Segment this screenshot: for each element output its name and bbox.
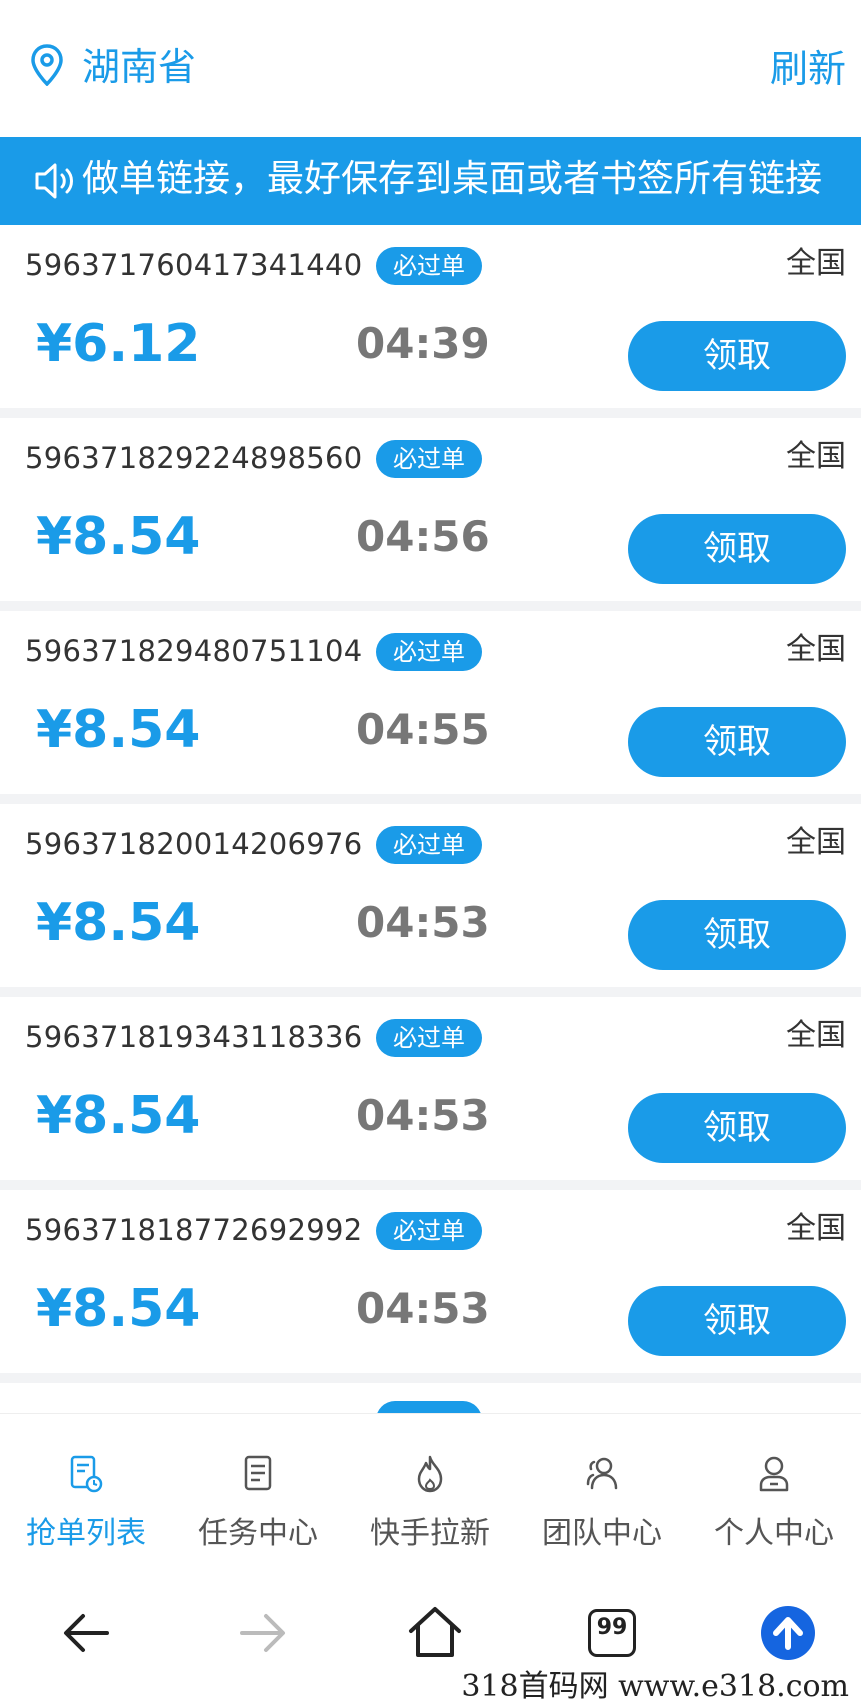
order-id: 596371760417341440 [25,248,363,282]
order-region: 全国 [786,825,846,860]
tab-kuaishou[interactable]: 快手拉新 [344,1414,516,1574]
order-price: ¥8.54 [36,893,201,953]
order-list-icon [70,1455,103,1493]
order-region: 全国 [786,439,846,474]
order-list[interactable]: 596371760417341440 必过单 全国 ¥6.12 04:39 领取… [0,225,861,1413]
order-region: 全国 [786,632,846,667]
order-price: ¥8.54 [36,700,201,760]
tabs-count: 99 [596,1615,628,1640]
order-price: ¥8.54 [36,507,201,567]
refresh-button[interactable]: 刷新 [770,50,846,88]
order-price: ¥8.54 [36,1279,201,1339]
claim-button[interactable]: 领取 [628,1093,846,1163]
tab-label: 个人中心 [714,1516,834,1551]
speaker-icon [35,163,73,199]
order-card: 596371818772692992 必过单 全国 ¥8.54 04:53 领取 [0,1190,861,1373]
location-pin-icon [31,44,63,86]
order-countdown: 04:39 [356,319,490,368]
document-icon [244,1455,272,1491]
tab-order-list[interactable]: 抢单列表 [0,1414,172,1574]
order-countdown: 04:53 [356,1284,490,1333]
status-badge: 必过单 [376,247,482,285]
order-countdown: 04:53 [356,898,490,947]
order-card: 596371820014206976 必过单 全国 ¥8.54 04:53 领取 [0,804,861,987]
order-countdown: 04:53 [356,1091,490,1140]
tab-label: 团队中心 [542,1516,662,1551]
status-badge: 必过单 [376,440,482,478]
tab-label: 任务中心 [198,1516,318,1551]
order-card: 596371819343118336 必过单 全国 ¥8.54 04:53 领取 [0,997,861,1180]
order-countdown: 04:56 [356,512,490,561]
tabs-count-button[interactable]: 99 [582,1603,642,1663]
status-badge: 必过单 [376,1212,482,1250]
upload-icon[interactable] [758,1603,818,1663]
status-badge: 必过单 [376,1019,482,1057]
browser-nav-bar: 99 318首码网 www.e318.com [0,1573,861,1708]
claim-button[interactable]: 领取 [628,900,846,970]
tab-label: 快手拉新 [370,1516,490,1551]
tab-profile[interactable]: 个人中心 [688,1414,860,1574]
forward-arrow-icon[interactable] [232,1603,292,1663]
user-icon [759,1456,789,1492]
order-region: 全国 [786,1018,846,1053]
status-badge: 必过单 [376,633,482,671]
order-card: 596371829224898560 必过单 全国 ¥8.54 04:56 领取 [0,418,861,601]
status-badge-partial [376,1401,482,1413]
order-price: ¥6.12 [36,314,201,374]
order-card-partial [0,1383,861,1413]
tab-team-center[interactable]: 团队中心 [516,1414,688,1574]
notice-bar: 做单链接，最好保存到桌面或者书签所有链接 [0,137,861,225]
status-badge: 必过单 [376,826,482,864]
bottom-tab-bar: 抢单列表 任务中心 快手拉新 团队中心 个人中心 [0,1413,861,1573]
flame-icon [417,1455,443,1493]
home-icon[interactable] [405,1603,465,1663]
tab-label: 抢单列表 [26,1516,146,1551]
tab-task-center[interactable]: 任务中心 [172,1414,344,1574]
order-region: 全国 [786,246,846,281]
order-region: 全国 [786,1211,846,1246]
order-id: 596371820014206976 [25,827,363,861]
order-id: 596371829480751104 [25,634,363,668]
team-icon [586,1457,618,1490]
order-price: ¥8.54 [36,1086,201,1146]
order-card: 596371760417341440 必过单 全国 ¥6.12 04:39 领取 [0,225,861,408]
back-arrow-icon[interactable] [57,1603,117,1663]
order-countdown: 04:55 [356,705,490,754]
claim-button[interactable]: 领取 [628,514,846,584]
order-id: 596371819343118336 [25,1020,363,1054]
claim-button[interactable]: 领取 [628,707,846,777]
order-id: 596371829224898560 [25,441,363,475]
order-id: 596371818772692992 [25,1213,363,1247]
watermark: 318首码网 www.e318.com [455,1667,855,1706]
claim-button[interactable]: 领取 [628,1286,846,1356]
top-header: 湖南省 刷新 [0,0,861,137]
location-label[interactable]: 湖南省 [82,48,196,86]
notice-text: 做单链接，最好保存到桌面或者书签所有链接 [82,157,822,200]
order-card: 596371829480751104 必过单 全国 ¥8.54 04:55 领取 [0,611,861,794]
claim-button[interactable]: 领取 [628,321,846,391]
